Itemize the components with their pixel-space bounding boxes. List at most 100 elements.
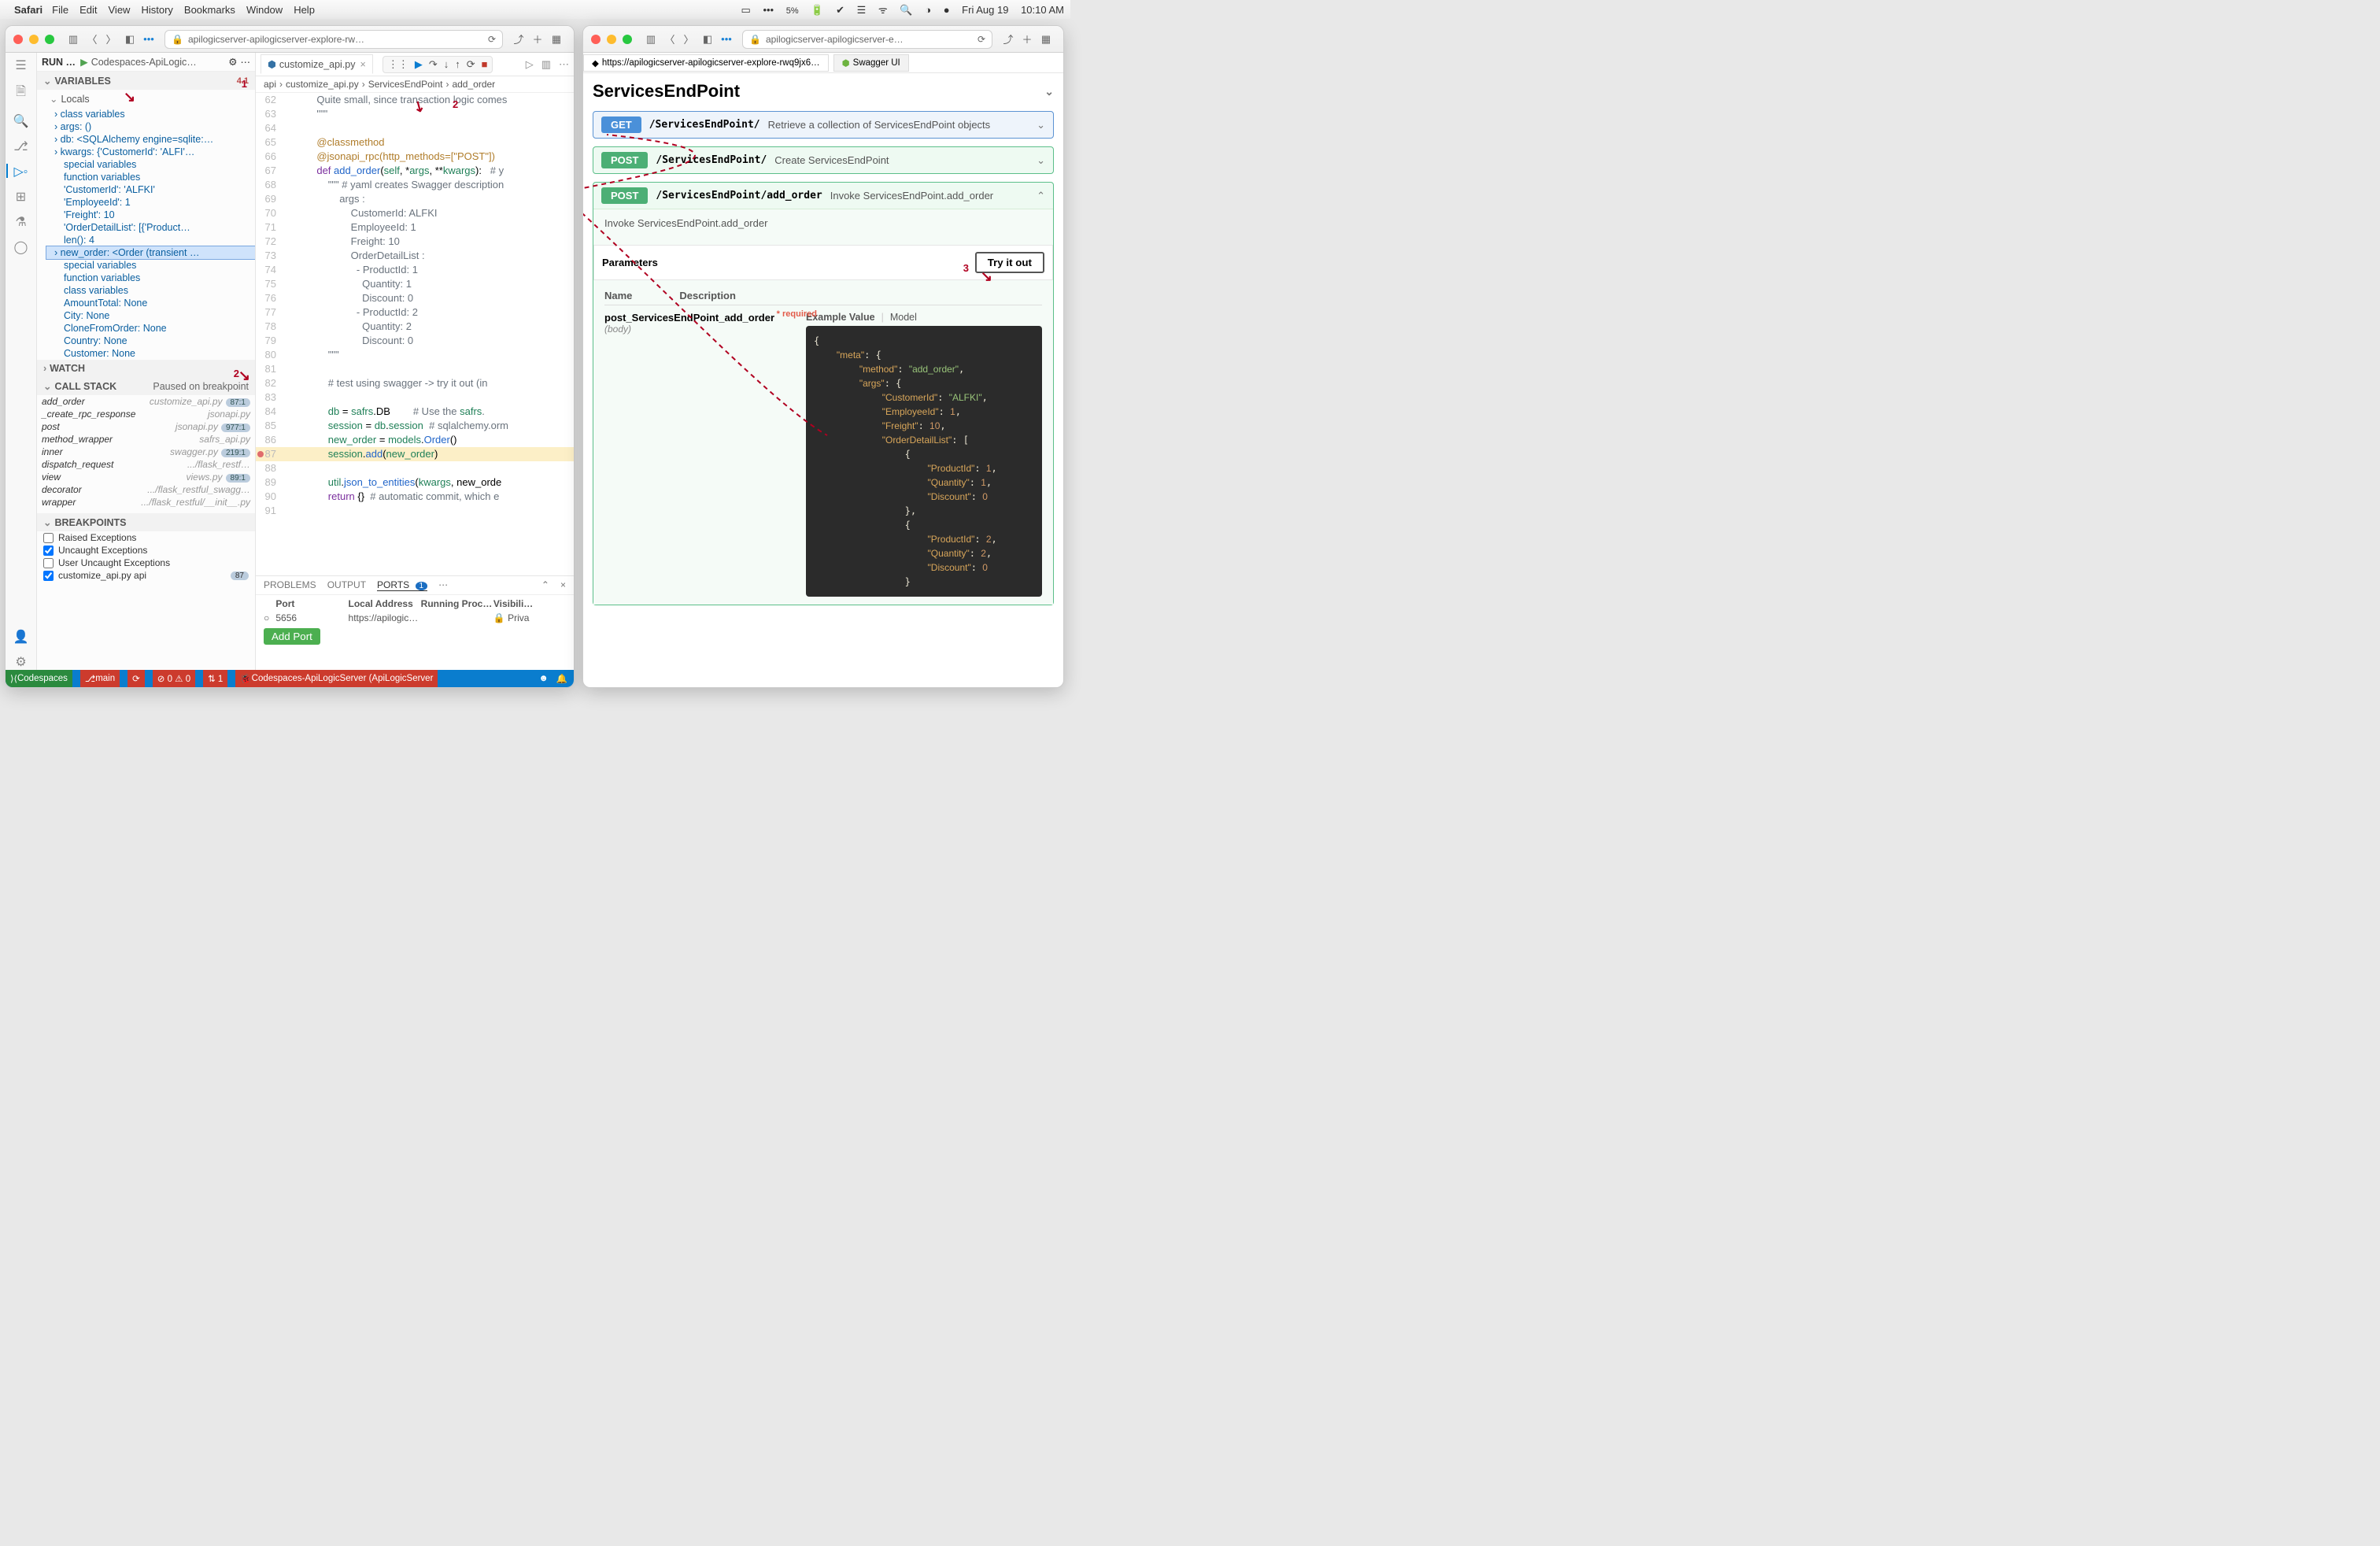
menu-view[interactable]: View xyxy=(109,4,131,16)
testing-icon[interactable]: ⚗ xyxy=(15,214,26,230)
tab-close-icon[interactable]: × xyxy=(360,59,366,70)
swagger-opblock[interactable]: GET/ServicesEndPoint/Retrieve a collecti… xyxy=(593,111,1054,139)
address-bar[interactable]: 🔒 apilogicserver-apilogicserver-e… ⟳ xyxy=(742,30,992,49)
start-debug-icon[interactable]: ▶ xyxy=(80,56,88,68)
window-close-icon[interactable] xyxy=(591,35,601,44)
breadcrumb[interactable]: api› customize_api.py› ServicesEndPoint›… xyxy=(256,76,574,93)
explorer-icon[interactable]: 🗎 xyxy=(16,83,26,104)
step-into-icon[interactable]: ↓ xyxy=(444,58,449,71)
variable-row[interactable]: function variables xyxy=(46,171,255,183)
menu-help[interactable]: Help xyxy=(294,4,315,16)
sidebar-toggle-icon[interactable]: ▥ xyxy=(64,33,83,46)
privacy-report-icon[interactable]: ◧ xyxy=(120,33,139,46)
panel-tab-problems[interactable]: PROBLEMS xyxy=(264,579,316,591)
breakpoints-section[interactable]: ⌄BREAKPOINTS xyxy=(37,513,255,531)
more-icon[interactable]: ••• xyxy=(139,33,158,45)
bell-icon[interactable]: 🔔 xyxy=(556,673,567,684)
browser-tab-swagger[interactable]: ⬢ Swagger UI xyxy=(833,54,909,72)
step-over-icon[interactable]: ↷ xyxy=(429,58,438,71)
overflow-icon[interactable]: ••• xyxy=(763,4,774,16)
editor-tab[interactable]: ⬢ customize_api.py × xyxy=(261,54,373,74)
variable-row[interactable]: Country: None xyxy=(46,335,255,347)
variable-row[interactable]: CloneFromOrder: None xyxy=(46,322,255,335)
chevron-down-icon[interactable]: ⌄ xyxy=(1044,85,1054,98)
forward-button[interactable]: 〉 xyxy=(102,31,120,46)
sidebar-toggle-icon[interactable]: ▥ xyxy=(641,33,660,46)
new-tab-icon[interactable]: ＋ xyxy=(528,31,547,46)
source-control-icon[interactable]: ⎇ xyxy=(13,139,28,154)
example-json[interactable]: { "meta": { "method": "add_order", "args… xyxy=(806,326,1042,597)
back-button[interactable]: 〈 xyxy=(83,31,102,46)
maximize-panel-icon[interactable]: ⌃ xyxy=(541,579,549,591)
add-port-button[interactable]: Add Port xyxy=(264,628,320,645)
more-icon[interactable]: ••• xyxy=(717,33,736,45)
watch-section[interactable]: ›WATCH xyxy=(37,360,255,377)
forward-button[interactable]: 〉 xyxy=(679,31,698,46)
chevron-icon[interactable]: ⌄ xyxy=(1037,154,1045,167)
panel-tab-output[interactable]: OUTPUT xyxy=(327,579,366,591)
feedback-icon[interactable]: ☻ xyxy=(539,674,549,683)
step-out-icon[interactable]: ↑ xyxy=(455,58,460,71)
variable-row[interactable]: › args: () xyxy=(46,120,255,133)
menubar-time[interactable]: 10:10 AM xyxy=(1021,4,1064,16)
port-forward-indicator[interactable]: ⇅ 1 xyxy=(203,670,227,687)
more-icon[interactable]: ⋯ xyxy=(559,58,569,71)
codespaces-indicator[interactable]: ⟩⟨ Codespaces xyxy=(6,670,72,687)
share-icon[interactable]: ⤴ xyxy=(509,31,528,46)
variable-row[interactable]: class variables xyxy=(46,284,255,297)
extensions-icon[interactable]: ⊞ xyxy=(16,189,26,205)
more-icon[interactable]: ⋯ xyxy=(438,579,448,591)
drag-handle-icon[interactable]: ⋮⋮ xyxy=(388,58,408,71)
variable-row[interactable]: › class variables xyxy=(46,108,255,120)
variable-row[interactable]: › db: <SQLAlchemy engine=sqlite:… xyxy=(46,133,255,146)
wifi-icon[interactable]: ᯤ xyxy=(878,2,888,17)
breakpoint-row[interactable]: Uncaught Exceptions xyxy=(37,544,255,557)
variable-row[interactable]: special variables xyxy=(46,259,255,272)
breakpoint-checkbox[interactable] xyxy=(43,546,54,556)
debug-target[interactable]: 🐞 Codespaces-ApiLogicServer (ApiLogicSer… xyxy=(235,670,438,687)
menu-window[interactable]: Window xyxy=(246,4,283,16)
swagger-section-title[interactable]: ServicesEndPoint ⌄ xyxy=(593,81,1054,102)
share-icon[interactable]: ⤴ xyxy=(999,31,1018,46)
variable-row[interactable]: special variables xyxy=(46,158,255,171)
callstack-row[interactable]: method_wrappersafrs_api.py xyxy=(37,433,255,446)
menubar-date[interactable]: Fri Aug 19 xyxy=(962,4,1008,16)
menu-edit[interactable]: Edit xyxy=(79,4,97,16)
callstack-row[interactable]: postjsonapi.py977:1 xyxy=(37,420,255,433)
callstack-row[interactable]: viewviews.py89:1 xyxy=(37,471,255,483)
accounts-icon[interactable]: 👤 xyxy=(13,629,29,645)
chevron-icon[interactable]: ⌃ xyxy=(1037,190,1045,202)
callstack-row[interactable]: _create_rpc_responsejsonapi.py xyxy=(37,408,255,420)
model-tab[interactable]: Model xyxy=(890,312,917,323)
variables-section[interactable]: ⌄ VARIABLES 4.1 xyxy=(37,72,255,90)
errors-warnings[interactable]: ⊘ 0 ⚠ 0 xyxy=(153,670,195,687)
menu-bookmarks[interactable]: Bookmarks xyxy=(184,4,235,16)
app-name[interactable]: Safari xyxy=(14,4,42,16)
ports-row[interactable]: ○ 5656 https://apilogic… 🔒 Priva xyxy=(264,609,566,623)
sync-indicator[interactable]: ⟳ xyxy=(128,670,145,687)
address-bar[interactable]: 🔒 apilogicserver-apilogicserver-explore-… xyxy=(164,30,503,49)
variable-row[interactable]: City: None xyxy=(46,309,255,322)
window-minimize-icon[interactable] xyxy=(607,35,616,44)
callstack-row[interactable]: decorator.../flask_restful_swagg… xyxy=(37,483,255,496)
config-gear-icon[interactable]: ⚙ xyxy=(228,56,237,68)
variable-row[interactable]: › kwargs: {'CustomerId': 'ALFI'… xyxy=(46,146,255,158)
variable-row[interactable]: 'Freight': 10 xyxy=(46,209,255,221)
breakpoint-checkbox[interactable] xyxy=(43,533,54,543)
window-minimize-icon[interactable] xyxy=(29,35,39,44)
variable-row[interactable]: 'EmployeeId': 1 xyxy=(46,196,255,209)
control-center-icon[interactable]: ☰ xyxy=(857,4,867,17)
code-editor[interactable]: 2 ↘ 62 Quite small, since transaction lo… xyxy=(256,93,574,575)
run-debug-icon[interactable]: ▷◦ xyxy=(14,164,28,179)
restart-icon[interactable]: ⟳ xyxy=(467,58,475,71)
user-icon[interactable]: ● xyxy=(944,4,950,16)
browser-tab-codespace[interactable]: ◆ https://apilogicserver-apilogicserver-… xyxy=(583,54,829,72)
variable-row[interactable]: 'CustomerId': 'ALFKI' xyxy=(46,183,255,196)
reload-icon[interactable]: ⟳ xyxy=(978,34,985,45)
variable-row[interactable]: function variables xyxy=(46,272,255,284)
menu-file[interactable]: File xyxy=(52,4,68,16)
breakpoint-checkbox[interactable] xyxy=(43,571,54,581)
callstack-row[interactable]: add_ordercustomize_api.py87:1 xyxy=(37,395,255,408)
callstack-row[interactable]: wrapper.../flask_restful/__init__.py xyxy=(37,496,255,509)
back-button[interactable]: 〈 xyxy=(660,31,679,46)
